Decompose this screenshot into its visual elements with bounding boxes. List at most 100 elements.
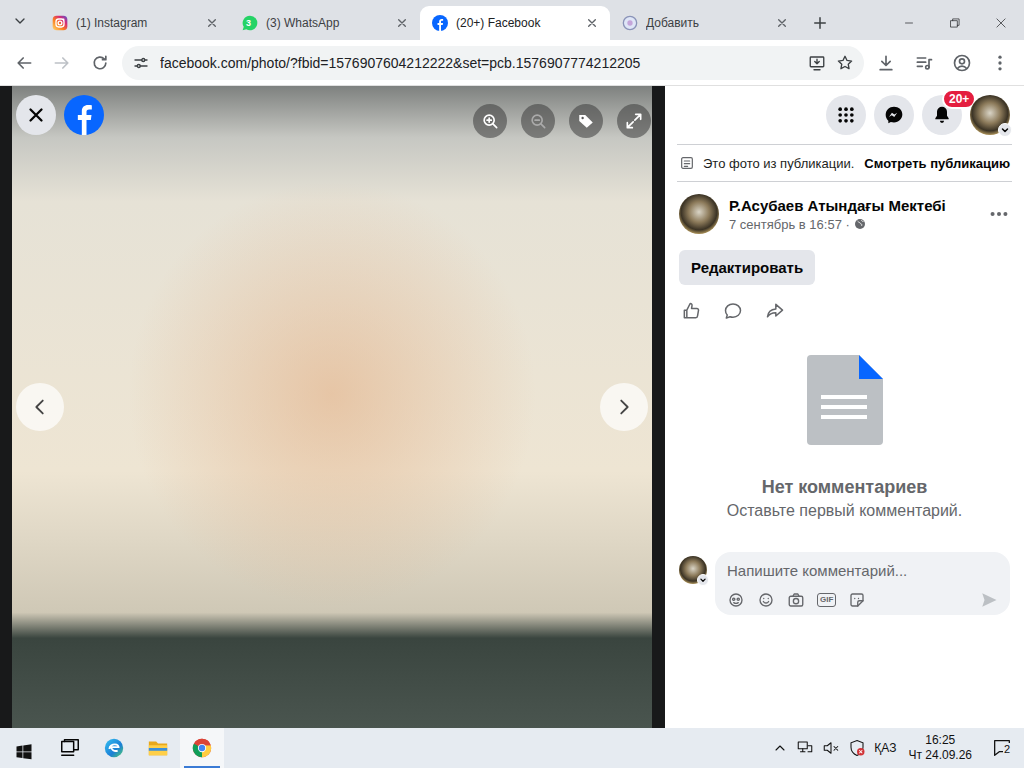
menu-icon[interactable] — [984, 47, 1016, 79]
tag-icon[interactable] — [569, 104, 603, 138]
like-icon[interactable] — [681, 301, 701, 321]
zoom-in-icon[interactable] — [473, 104, 507, 138]
next-icon[interactable] — [600, 383, 648, 431]
back-icon[interactable] — [8, 47, 40, 79]
post-header: Р.Асубаев Атындағы Мектебі 7 сентябрь в 1… — [665, 182, 1024, 246]
explorer-icon — [147, 737, 169, 759]
comment-composer: GIF — [665, 552, 1024, 615]
media-icon[interactable] — [908, 47, 940, 79]
window-controls — [886, 0, 1024, 40]
taskbar-app[interactable] — [48, 728, 92, 768]
star-icon[interactable] — [836, 54, 854, 72]
chevron-icon — [998, 123, 1012, 137]
reload-icon[interactable] — [84, 47, 116, 79]
photo-viewer — [0, 86, 665, 728]
url[interactable]: facebook.com/photo/?fbid=157690760421222… — [160, 55, 798, 71]
globe-icon — [854, 218, 866, 230]
download-icon[interactable] — [870, 47, 902, 79]
date: Чт 24.09.26 — [908, 748, 972, 763]
notifications-icon[interactable]: 20+ — [922, 95, 962, 135]
security-icon[interactable] — [848, 739, 866, 757]
close-icon[interactable] — [394, 15, 410, 31]
comment-input[interactable] — [727, 560, 998, 581]
top-icons: 20+ — [665, 86, 1024, 144]
facebook-logo-icon[interactable] — [64, 95, 104, 135]
input-language[interactable]: ҚАЗ — [874, 741, 896, 755]
network-icon[interactable] — [796, 739, 814, 757]
install-icon[interactable] — [808, 54, 826, 72]
edge-icon — [103, 737, 125, 759]
tab-search-icon[interactable] — [6, 7, 34, 35]
new-tab-icon[interactable] — [806, 9, 834, 37]
notice-text: Это фото из публикации. — [703, 156, 854, 171]
close-icon[interactable] — [774, 15, 790, 31]
taskbar-app[interactable] — [180, 728, 224, 768]
tab-label: (20+) Facebook — [456, 16, 576, 30]
view-post-link[interactable]: Смотреть публикацию — [864, 156, 1010, 171]
close-icon[interactable] — [584, 15, 600, 31]
action-center[interactable]: 2 — [984, 728, 1020, 768]
sticker-icon[interactable] — [848, 591, 866, 609]
post-date[interactable]: 7 сентябрь в 16:57 · — [729, 217, 850, 232]
page-avatar[interactable] — [679, 194, 719, 234]
forward-icon[interactable] — [46, 47, 78, 79]
site-settings-icon[interactable] — [132, 54, 150, 72]
tab-bar: (1) Instagram 3 (3) WhatsApp (20+) Facebook… — [0, 0, 1024, 40]
zoom-out-icon[interactable] — [521, 104, 555, 138]
system-tray: ҚАЗ 16:25Чт 24.09.26 2 — [772, 728, 1024, 768]
details-panel: 20+ Это фото из публикации. Смотреть публи… — [665, 86, 1024, 728]
volume-muted-icon[interactable] — [822, 739, 840, 757]
document-icon — [807, 355, 883, 445]
chrome-icon — [191, 737, 213, 759]
commenter-avatar[interactable] — [679, 556, 707, 584]
instagram-favicon-icon — [52, 15, 68, 31]
main: 20+ Это фото из публикации. Смотреть публи… — [0, 86, 1024, 728]
whatsapp-favicon-icon: 3 — [242, 15, 258, 31]
post-meta: Р.Асубаев Атындағы Мектебі 7 сентябрь в 1… — [729, 197, 978, 232]
previous-icon[interactable] — [16, 383, 64, 431]
tab-badge: 3 — [246, 17, 251, 29]
emoji-icon[interactable] — [757, 591, 775, 609]
empty-title: Нет комментариев — [762, 477, 928, 498]
close-icon[interactable] — [204, 15, 220, 31]
photo — [12, 86, 652, 728]
address-bar[interactable]: facebook.com/photo/?fbid=157690760421222… — [122, 46, 864, 80]
messenger-icon[interactable] — [874, 95, 914, 135]
divider — [677, 181, 1012, 182]
generic-favicon-icon — [622, 15, 638, 31]
empty-hint: Оставьте первый комментарий. — [727, 502, 963, 520]
post-icon — [679, 155, 695, 171]
account-avatar[interactable] — [970, 95, 1010, 135]
avatar-sticker-icon[interactable] — [727, 591, 745, 609]
task-view-icon — [59, 737, 81, 759]
gif-button[interactable]: GIF — [817, 593, 836, 607]
browser-tab[interactable]: (1) Instagram — [40, 6, 230, 40]
apps-menu-icon[interactable] — [826, 95, 866, 135]
profile-icon[interactable] — [946, 47, 978, 79]
comment-box: GIF — [715, 552, 1010, 615]
camera-icon[interactable] — [787, 591, 805, 609]
tab-label: (1) Instagram — [76, 16, 196, 30]
author-name[interactable]: Р.Асубаев Атындағы Мектебі — [729, 197, 978, 214]
send-icon[interactable] — [980, 591, 998, 609]
browser-tab[interactable]: 3 (3) WhatsApp — [230, 6, 420, 40]
close-icon[interactable] — [16, 95, 56, 135]
browser-tab[interactable]: (20+) Facebook — [420, 6, 610, 40]
post-date-row: 7 сентябрь в 16:57 · — [729, 217, 978, 232]
taskbar-app[interactable] — [136, 728, 180, 768]
show-hidden-icon[interactable] — [772, 740, 788, 756]
edit-button[interactable]: Редактировать — [679, 250, 815, 285]
chevron-icon — [697, 574, 709, 586]
divider — [677, 144, 1012, 145]
clock[interactable]: 16:25Чт 24.09.26 — [904, 733, 976, 763]
photo-notice: Это фото из публикации. Смотреть публикац… — [665, 145, 1024, 181]
tab-label: (3) WhatsApp — [266, 16, 386, 30]
start-icon[interactable] — [0, 728, 48, 768]
share-icon[interactable] — [765, 301, 785, 321]
fullscreen-icon[interactable] — [617, 104, 651, 138]
comment-icon[interactable] — [723, 301, 743, 321]
browser-tab[interactable]: Добавить — [610, 6, 800, 40]
more-options-icon[interactable] — [988, 203, 1010, 225]
taskbar-app[interactable] — [92, 728, 136, 768]
time: 16:25 — [925, 733, 955, 748]
